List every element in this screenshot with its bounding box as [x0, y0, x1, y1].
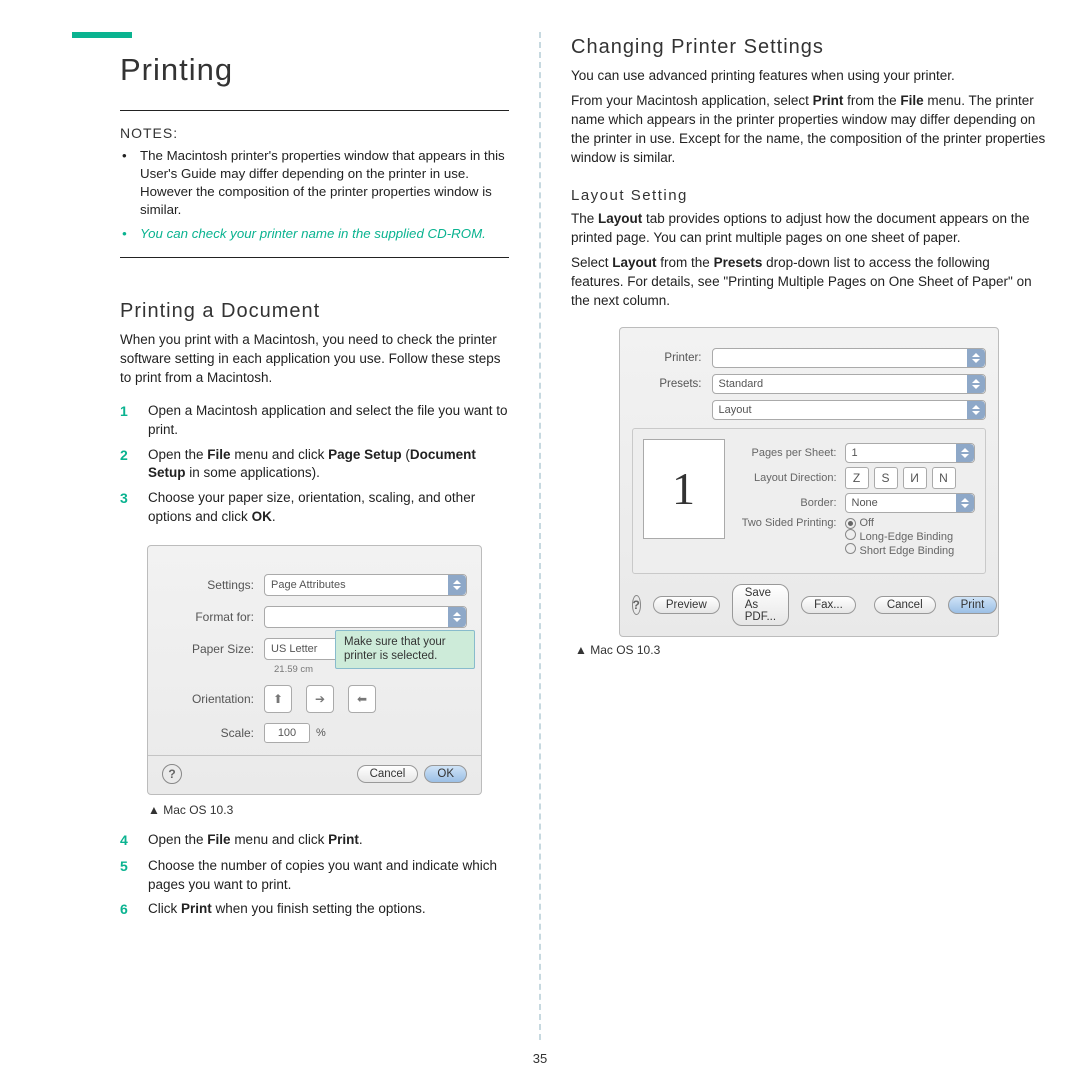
- step-number: 2: [120, 446, 134, 484]
- settings-label: Settings:: [162, 578, 264, 592]
- print-button[interactable]: Print: [948, 596, 998, 614]
- pages-per-sheet-combo[interactable]: 1: [845, 443, 975, 463]
- note-text: You can check your printer name in the s…: [140, 225, 486, 243]
- rule: [120, 257, 509, 258]
- presets-label: Presets:: [632, 378, 712, 390]
- help-button[interactable]: ?: [162, 764, 182, 784]
- step-text: Choose your paper size, orientation, sca…: [148, 489, 509, 527]
- scale-unit: %: [316, 727, 326, 739]
- orientation-label: Orientation:: [162, 692, 264, 706]
- cancel-button[interactable]: Cancel: [874, 596, 936, 614]
- page-title: Printing: [120, 52, 509, 88]
- settings-combo[interactable]: Page Attributes: [264, 574, 467, 596]
- printer-combo[interactable]: [712, 348, 986, 368]
- scale-label: Scale:: [162, 726, 264, 740]
- step-number: 6: [120, 900, 134, 920]
- preview-page-icon: 1: [643, 439, 725, 539]
- section-heading: Changing Printer Settings: [571, 36, 1046, 59]
- note-item: •You can check your printer name in the …: [122, 225, 509, 243]
- chevron-updown-icon: [956, 494, 974, 512]
- accent-bar: [72, 32, 132, 38]
- layout-dir-2-icon[interactable]: S: [874, 467, 898, 489]
- help-button[interactable]: ?: [632, 595, 641, 615]
- subsection-heading: Layout Setting: [571, 187, 1046, 204]
- tsp-off-radio[interactable]: Off: [845, 517, 955, 529]
- print-dialog: Printer: Presets:Standard Layout 1 Pages…: [619, 327, 999, 637]
- orientation-landscape-icon[interactable]: ➔: [306, 685, 334, 713]
- body-text: You can use advanced printing features w…: [571, 67, 1046, 86]
- body-text: Select Layout from the Presets drop-down…: [571, 254, 1046, 311]
- chevron-updown-icon: [448, 607, 466, 627]
- scale-input[interactable]: 100: [264, 723, 310, 743]
- paper-size-label: Paper Size:: [162, 642, 264, 656]
- step-text: Choose the number of copies you want and…: [148, 857, 509, 895]
- column-divider: [539, 32, 541, 1040]
- step-number: 5: [120, 857, 134, 895]
- body-text: The Layout tab provides options to adjus…: [571, 210, 1046, 248]
- layout-dir-1-icon[interactable]: Z: [845, 467, 869, 489]
- chevron-updown-icon: [967, 349, 985, 367]
- layout-dir-3-icon[interactable]: И: [903, 467, 927, 489]
- rule: [120, 110, 509, 111]
- section-heading: Printing a Document: [120, 300, 509, 323]
- printer-label: Printer:: [632, 352, 712, 364]
- cancel-button[interactable]: Cancel: [357, 765, 419, 783]
- save-as-pdf-button[interactable]: Save As PDF...: [732, 584, 789, 626]
- chevron-updown-icon: [448, 575, 466, 595]
- step-text: Click Print when you finish setting the …: [148, 900, 426, 920]
- step-number: 3: [120, 489, 134, 527]
- border-label: Border:: [737, 497, 845, 509]
- tsp-short-radio[interactable]: Short Edge Binding: [845, 543, 955, 557]
- ok-button[interactable]: OK: [424, 765, 467, 783]
- pages-per-sheet-label: Pages per Sheet:: [737, 447, 845, 459]
- chevron-updown-icon: [967, 375, 985, 393]
- layout-dir-4-icon[interactable]: N: [932, 467, 956, 489]
- note-text: The Macintosh printer's properties windo…: [140, 147, 509, 219]
- orientation-portrait-icon[interactable]: ⬆: [264, 685, 292, 713]
- presets-combo[interactable]: Standard: [712, 374, 986, 394]
- panel-combo[interactable]: Layout: [712, 400, 986, 420]
- tsp-long-radio[interactable]: Long-Edge Binding: [845, 529, 955, 543]
- page-number: 35: [0, 1051, 1080, 1066]
- format-for-combo[interactable]: [264, 606, 467, 628]
- body-text: When you print with a Macintosh, you nee…: [120, 331, 509, 388]
- format-for-label: Format for:: [162, 610, 264, 624]
- step-text: Open the File menu and click Page Setup …: [148, 446, 509, 484]
- body-text: From your Macintosh application, select …: [571, 92, 1046, 168]
- note-item: •The Macintosh printer's properties wind…: [122, 147, 509, 219]
- dialog-rule: [148, 755, 481, 756]
- step-text: Open a Macintosh application and select …: [148, 402, 509, 440]
- step-number: 4: [120, 831, 134, 851]
- callout: Make sure that your printer is selected.: [335, 630, 475, 669]
- figure-caption: ▲ Mac OS 10.3: [575, 643, 1046, 657]
- notes-label: NOTES:: [120, 125, 509, 141]
- border-combo[interactable]: None: [845, 493, 975, 513]
- page-setup-dialog: Settings:Page Attributes Format for: Pap…: [147, 545, 482, 795]
- layout-panel: 1 Pages per Sheet:1 Layout Direction: Z …: [632, 428, 986, 574]
- fax-button[interactable]: Fax...: [801, 596, 856, 614]
- chevron-updown-icon: [967, 401, 985, 419]
- orientation-landscape-rev-icon[interactable]: ⬅: [348, 685, 376, 713]
- figure-caption: ▲ Mac OS 10.3: [148, 803, 509, 817]
- chevron-updown-icon: [956, 444, 974, 462]
- step-number: 1: [120, 402, 134, 440]
- step-text: Open the File menu and click Print.: [148, 831, 363, 851]
- preview-button[interactable]: Preview: [653, 596, 720, 614]
- two-sided-label: Two Sided Printing:: [737, 517, 845, 529]
- layout-direction-label: Layout Direction:: [737, 472, 845, 484]
